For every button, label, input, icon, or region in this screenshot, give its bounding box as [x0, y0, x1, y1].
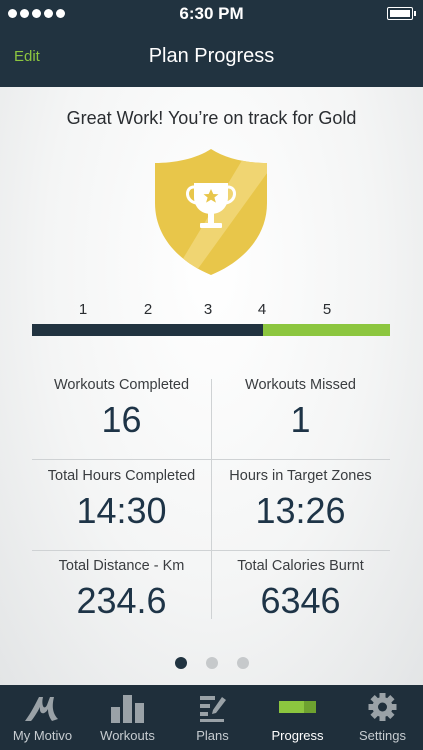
stat-label: Workouts Missed	[245, 377, 356, 393]
remaining-segment	[263, 324, 390, 336]
stat-value: 234.6	[76, 580, 167, 621]
tab-settings[interactable]: Settings	[340, 685, 423, 750]
gear-icon	[368, 693, 397, 721]
stat-label: Total Hours Completed	[47, 468, 196, 484]
progress-bar-icon	[279, 701, 316, 713]
page-dot[interactable]	[205, 657, 218, 669]
stat-label: Total Distance - Km	[58, 558, 185, 574]
stat-workouts-completed: Workouts Completed 16	[32, 369, 211, 459]
stat-label: Hours in Target Zones	[229, 468, 372, 484]
stat-label: Total Calories Burnt	[237, 558, 364, 574]
tab-label: Settings	[359, 728, 406, 743]
stat-value: 13:26	[255, 490, 346, 531]
navigation-bar: Edit Plan Progress	[0, 28, 423, 87]
stat-total-distance: Total Distance - Km 234.6	[32, 550, 211, 640]
stat-value: 6346	[260, 580, 341, 621]
stat-value: 14:30	[76, 490, 167, 531]
stat-label: Workouts Completed	[53, 377, 190, 393]
motivo-logo-icon	[25, 697, 58, 721]
stat-value: 1	[290, 399, 311, 440]
page-dot[interactable]	[174, 657, 187, 669]
status-bar: 6:30 PM	[0, 0, 423, 28]
battery-icon	[387, 7, 416, 20]
progress-label: 4	[257, 301, 267, 318]
tab-label: My Motivo	[12, 728, 73, 743]
progress-label: 2	[143, 301, 153, 318]
status-headline: Great Work! You’re on track for Gold	[66, 108, 357, 128]
plan-week-labels: 1 2 3 4 5	[0, 301, 423, 319]
tab-workouts[interactable]: Workouts	[85, 685, 170, 750]
stat-workouts-missed: Workouts Missed 1	[211, 369, 390, 459]
stats-grid: Workouts Completed 16 Workouts Missed 1 …	[32, 369, 390, 639]
stat-total-calories: Total Calories Burnt 6346	[211, 550, 390, 640]
tab-plans[interactable]: Plans	[170, 685, 255, 750]
tab-my-motivo[interactable]: My Motivo	[0, 685, 85, 750]
progress-label: 1	[78, 301, 88, 318]
plan-progress-bar	[32, 324, 390, 336]
progress-label: 5	[322, 301, 332, 318]
tab-label: Progress	[271, 728, 324, 743]
plan-edit-icon	[200, 696, 226, 722]
progress-content: Great Work! You’re on track for Gold 1 2…	[0, 87, 423, 685]
progress-label: 3	[203, 301, 213, 318]
tab-progress[interactable]: Progress	[255, 685, 340, 750]
tab-bar: My Motivo Workouts Plans Progress Settin…	[0, 685, 423, 750]
tab-label: Plans	[196, 728, 229, 743]
stat-hours-target-zones: Hours in Target Zones 13:26	[211, 460, 390, 550]
status-time: 6:30 PM	[179, 4, 244, 23]
page-indicator[interactable]	[0, 657, 423, 669]
page-title: Plan Progress	[148, 45, 275, 67]
divider	[211, 379, 212, 619]
gold-trophy-shield-icon	[155, 149, 267, 275]
bar-chart-icon	[111, 695, 144, 723]
stat-value: 16	[101, 399, 142, 440]
tab-label: Workouts	[100, 728, 155, 743]
stat-total-hours: Total Hours Completed 14:30	[32, 460, 211, 550]
page-dot[interactable]	[236, 657, 249, 669]
